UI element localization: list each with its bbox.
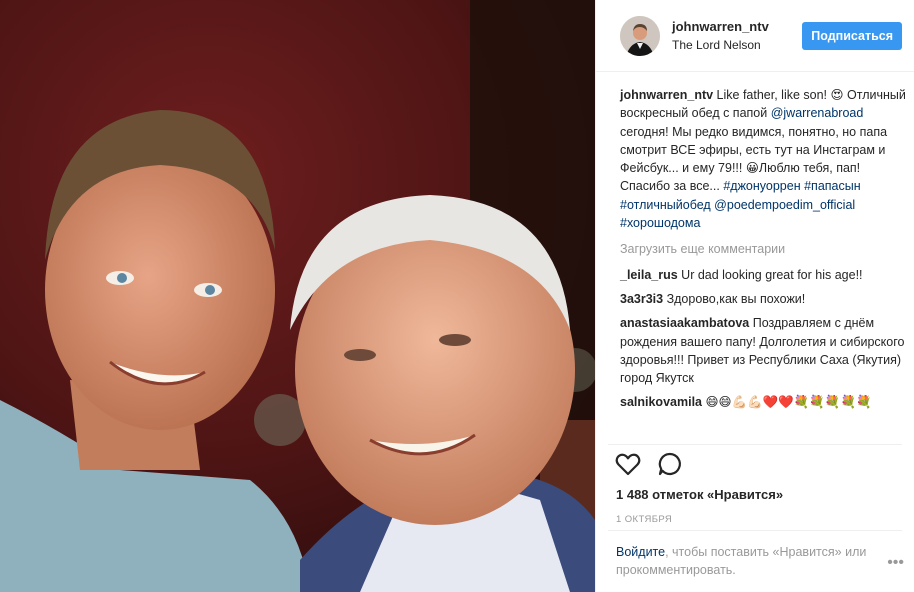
login-link[interactable]: Войдите xyxy=(616,545,665,559)
comment-username[interactable]: salnikovamila xyxy=(620,395,702,409)
list-item: _leila_rus Ur dad looking great for his … xyxy=(620,266,906,284)
load-more-comments[interactable]: Загрузить еще комментарии xyxy=(620,240,906,258)
post-caption: johnwarren_ntv Like father, like son! 😍 … xyxy=(620,86,906,232)
heart-eyes-emoji: 😍 xyxy=(830,88,844,102)
post-photo[interactable] xyxy=(0,0,595,592)
likes-count[interactable]: 1 488 отметок «Нравится» xyxy=(608,487,902,502)
comment-username[interactable]: 3a3r3i3 xyxy=(620,292,663,306)
list-item: salnikovamila 😄😄💪🏻💪🏻❤️❤️💐💐💐💐💐 xyxy=(620,393,906,411)
action-icons xyxy=(608,449,902,479)
post-sidebar: johnwarren_ntv The Lord Nelson Подписать… xyxy=(595,0,914,592)
comment-text: Ur dad looking great for his age!! xyxy=(677,267,863,282)
caption-mention-1[interactable]: @jwarrenabroad xyxy=(771,106,864,120)
list-item: 3a3r3i3 Здорово,как вы похожи! xyxy=(620,290,906,308)
caption-text-1: Like father, like son! xyxy=(713,88,831,102)
login-prompt: Войдите, чтобы поставить «Нравится» или … xyxy=(608,530,902,579)
header-location[interactable]: The Lord Nelson xyxy=(672,36,802,54)
hashtag-4[interactable]: #хорошодома xyxy=(620,216,700,230)
hashtag-2[interactable]: #папасын xyxy=(804,179,861,193)
post-header: johnwarren_ntv The Lord Nelson Подписать… xyxy=(596,0,914,72)
grin-emoji: 😀 xyxy=(745,161,759,176)
comment-text: 😄😄💪🏻💪🏻❤️❤️💐💐💐💐💐 xyxy=(702,395,872,410)
header-text: johnwarren_ntv The Lord Nelson xyxy=(672,18,802,54)
list-item: anastasiaakambatova Поздравляем с днём р… xyxy=(620,314,906,387)
selfie-image xyxy=(0,0,595,592)
post-actions: 1 488 отметок «Нравится» 1 ОКТЯБРЯ xyxy=(608,444,902,525)
heart-icon[interactable] xyxy=(614,450,642,478)
post-date: 1 ОКТЯБРЯ xyxy=(616,514,673,525)
comments-list: johnwarren_ntv Like father, like son! 😍 … xyxy=(620,86,906,418)
caption-username[interactable]: johnwarren_ntv xyxy=(620,88,713,102)
hashtag-1[interactable]: #джонуоррен xyxy=(723,179,800,193)
comment-username[interactable]: _leila_rus xyxy=(620,268,678,282)
header-username[interactable]: johnwarren_ntv xyxy=(672,18,802,36)
caption-mention-2[interactable]: @poedempoedim_official xyxy=(714,198,855,212)
comment-bubble-icon[interactable] xyxy=(656,450,684,478)
comment-username[interactable]: anastasiaakambatova xyxy=(620,316,749,330)
avatar-image xyxy=(620,15,660,56)
more-options-icon[interactable]: ••• xyxy=(887,554,904,572)
instagram-post: johnwarren_ntv The Lord Nelson Подписать… xyxy=(0,0,914,592)
comment-text: Здорово,как вы похожи! xyxy=(663,291,806,306)
hashtag-3[interactable]: #отличныйобед xyxy=(620,198,711,212)
follow-button[interactable]: Подписаться xyxy=(802,21,902,50)
avatar[interactable] xyxy=(620,15,660,56)
